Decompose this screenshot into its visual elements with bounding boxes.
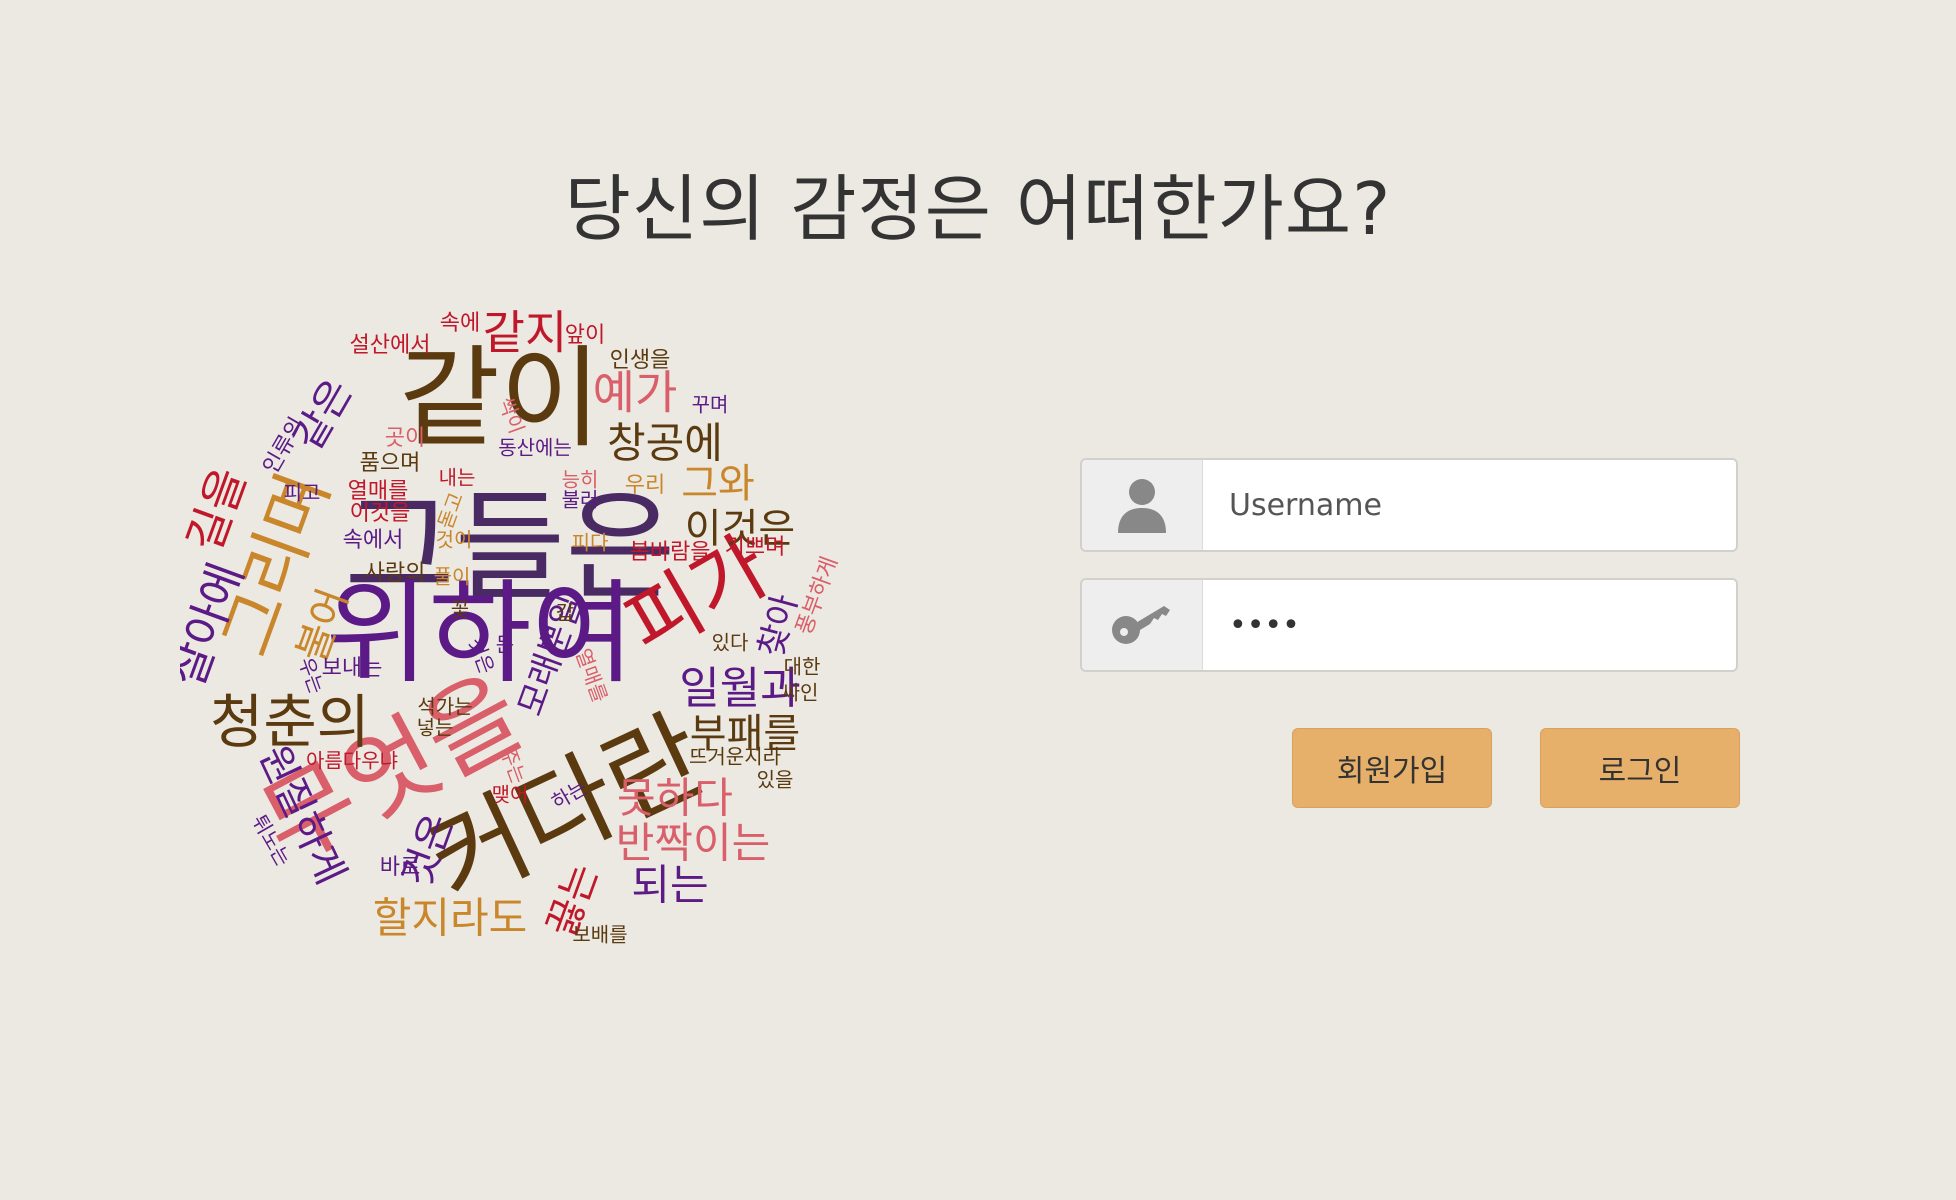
word-cloud-word: 보배를 — [572, 923, 627, 947]
word-cloud-word: 설산에서 — [350, 333, 431, 358]
word-cloud-word: 든 — [496, 633, 514, 657]
word-cloud-word: 품으며 — [360, 451, 421, 476]
word-cloud-word: 꽃 — [451, 598, 469, 622]
word-cloud-word: 불러 — [562, 488, 599, 512]
word-cloud-word: 사랑의 — [365, 561, 426, 586]
key-icon-addon — [1082, 580, 1203, 670]
signup-button[interactable]: 회원가입 — [1292, 728, 1492, 808]
word-cloud-word: 풀이 — [434, 565, 471, 589]
word-cloud-word: 되는 — [631, 861, 708, 910]
user-icon — [1118, 479, 1166, 533]
word-cloud-word: 넣는 — [417, 716, 454, 740]
word-cloud-word: 못하다 — [617, 774, 733, 823]
word-cloud-word: 아름다우냐 — [306, 749, 398, 773]
word-cloud-word: 있을 — [757, 768, 794, 792]
word-cloud-word: 속에 — [440, 311, 480, 336]
word-cloud-word: 동산에는 — [498, 436, 572, 460]
key-icon — [1112, 606, 1170, 644]
username-group — [1080, 458, 1738, 552]
user-icon-addon — [1082, 460, 1203, 550]
word-cloud-word: 풍부하게 — [792, 554, 843, 639]
word-cloud-word: 내는 — [439, 466, 476, 490]
word-cloud-word: 꾸며 — [692, 393, 729, 417]
word-cloud-word: 피고 — [284, 481, 321, 505]
word-cloud-word: 봄바람을 — [630, 540, 711, 565]
word-cloud-word: 갑 — [556, 601, 574, 625]
word-cloud-word: 인생을 — [610, 348, 671, 373]
word-cloud-word: 우리 — [625, 473, 665, 498]
password-group — [1080, 578, 1738, 672]
word-cloud-canvas: 같이그들은위하여무엇을커다란피가청춘의그리며같지예가창공에그와이것은일월과부패를… — [180, 306, 843, 947]
word-cloud-word: 보내는 — [322, 656, 383, 681]
username-input[interactable] — [1203, 460, 1736, 550]
word-cloud-word: 속에서 — [343, 528, 404, 553]
word-cloud-word: 할지라도 — [373, 894, 528, 943]
word-cloud-word: 앞이 — [565, 323, 605, 348]
word-cloud-word: 것이 — [436, 528, 473, 552]
word-cloud-word: 그와 — [681, 461, 755, 507]
word-cloud-word: 뜨거운지라 — [689, 745, 781, 769]
word-cloud-word: 기쁘며 — [725, 535, 786, 560]
word-cloud-word: 같지 — [483, 306, 568, 360]
word-cloud-word: 바로 — [380, 855, 420, 880]
word-cloud-word: 있다 — [712, 631, 749, 655]
password-input[interactable] — [1203, 580, 1736, 670]
login-button[interactable]: 로그인 — [1540, 728, 1740, 808]
action-buttons: 회원가입 로그인 — [1292, 728, 1740, 808]
login-form: 회원가입 로그인 — [1080, 458, 1740, 808]
word-cloud-word: 피다 — [572, 531, 609, 555]
word-cloud-word: 예가 — [593, 366, 678, 420]
word-cloud-word: 곳이 — [385, 426, 425, 451]
word-cloud-word: 이것을 — [350, 501, 411, 526]
page-title: 당신의 감정은 어떠한가요? — [564, 167, 1392, 251]
word-cloud-word: 대한 — [784, 655, 821, 679]
word-cloud-word: 싸인 — [782, 681, 819, 705]
word-cloud: 같이 그들은 위하여 무엇을 커다란 피가 청춘의 그리며 같지 예가 창공에 그와 이것은 일월과 부패를… — [180, 296, 880, 966]
